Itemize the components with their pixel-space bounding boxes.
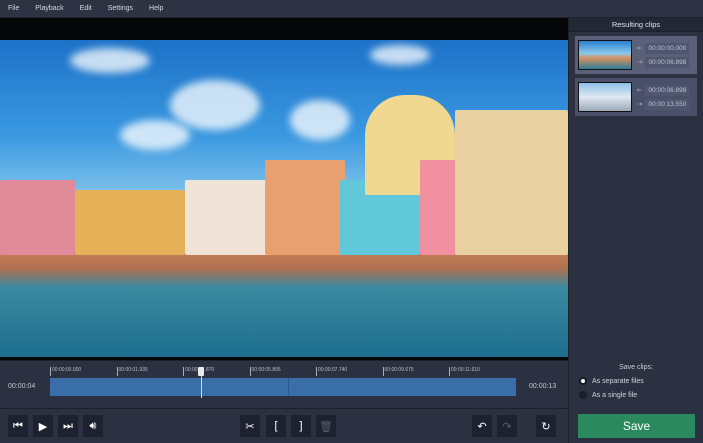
mark-out-button[interactable]: ] xyxy=(291,415,311,437)
ruler-tick-label: 00:00:09.675 xyxy=(382,367,414,376)
skip-back-button[interactable]: ⏮ xyxy=(8,415,28,437)
menu-playback[interactable]: Playback xyxy=(27,5,71,12)
clip-thumbnail xyxy=(578,40,632,70)
ruler-tick-label: 00:00:01.935 xyxy=(116,367,148,376)
redo-icon: ↷ xyxy=(502,420,512,433)
end-icon: ⇥ xyxy=(637,59,643,66)
radio-icon xyxy=(579,377,587,385)
playback-controls: ⏮ ▶ ⏭ 🔊︎ ✂ [ ] 🗑︎ ↶ ↷ ↻ xyxy=(0,408,568,443)
radio-label: As a single file xyxy=(592,391,638,399)
volume-button[interactable]: 🔊︎ xyxy=(83,415,103,437)
ruler-tick-label: 00:00:00.000 xyxy=(50,367,81,376)
scissors-icon: ✂ xyxy=(245,420,255,433)
menu-help[interactable]: Help xyxy=(141,5,171,12)
timeline: 00:00:04 00:00:00.000 00:00:01.935 00:00:0… xyxy=(0,360,568,408)
clip-start: 00:00:06.898 xyxy=(645,84,690,96)
resulting-clips-panel: Resulting clips ⇤ 00:00:00.000 ⇥ 00:00:06.… xyxy=(568,18,703,360)
play-icon: ▶ xyxy=(38,420,48,433)
clip-end: 00:00:06.898 xyxy=(645,56,690,68)
ruler-tick-label: 00:00:07.740 xyxy=(316,367,347,376)
cut-button[interactable]: ✂ xyxy=(240,415,260,437)
resulting-clips-title: Resulting clips xyxy=(569,18,703,32)
video-preview xyxy=(0,18,568,360)
reset-button[interactable]: ↻ xyxy=(536,415,556,437)
menu-settings[interactable]: Settings xyxy=(100,5,141,12)
skip-forward-button[interactable]: ⏭ xyxy=(58,415,78,437)
menu-bar: File Playback Edit Settings Help xyxy=(0,0,703,18)
clip-thumbnail xyxy=(578,82,632,112)
skip-back-icon: ⏮ xyxy=(13,419,23,432)
radio-label: As separate files xyxy=(592,377,644,385)
radio-icon xyxy=(579,391,587,399)
clip-start: 00:00:00.000 xyxy=(645,42,690,54)
reset-icon: ↻ xyxy=(541,420,551,433)
trash-icon: 🗑︎ xyxy=(319,420,333,433)
start-icon: ⇤ xyxy=(637,45,643,52)
play-button[interactable]: ▶ xyxy=(33,415,53,437)
current-time: 00:00:04 xyxy=(8,383,36,390)
save-panel: Save clips: As separate files As a singl… xyxy=(568,360,703,443)
bracket-left-icon: [ xyxy=(274,420,278,432)
clip-end: 00:00:13.550 xyxy=(645,98,690,110)
playhead[interactable] xyxy=(198,367,205,398)
video-frame xyxy=(0,40,568,357)
redo-button[interactable]: ↷ xyxy=(497,415,517,437)
radio-single-file[interactable]: As a single file xyxy=(579,391,703,399)
ruler-tick-label: 00:00:05.805 xyxy=(249,367,281,376)
start-icon: ⇤ xyxy=(637,87,643,94)
clip-item[interactable]: ⇤ 00:00:06.898 ⇥ 00:00:13.550 xyxy=(575,78,697,116)
save-clips-label: Save clips: xyxy=(619,364,653,371)
mark-in-button[interactable]: [ xyxy=(266,415,286,437)
timeline-track[interactable] xyxy=(50,378,516,396)
menu-file[interactable]: File xyxy=(0,5,27,12)
undo-icon: ↶ xyxy=(477,420,487,433)
skip-forward-icon: ⏭ xyxy=(63,419,73,432)
save-button[interactable]: Save xyxy=(578,414,695,438)
total-time: 00:00:13 xyxy=(529,383,557,390)
delete-button[interactable]: 🗑︎ xyxy=(316,415,336,437)
end-icon: ⇥ xyxy=(637,101,643,108)
radio-separate-files[interactable]: As separate files xyxy=(579,377,703,385)
ruler-tick-label: 00:00:11.610 xyxy=(449,367,480,376)
cut-marker xyxy=(288,378,289,396)
undo-button[interactable]: ↶ xyxy=(472,415,492,437)
volume-icon: 🔊︎ xyxy=(89,419,97,432)
time-ruler: 00:00:00.00000:00:01.93500:00:03.87000:0… xyxy=(50,367,516,377)
bracket-right-icon: ] xyxy=(299,420,303,432)
clip-item[interactable]: ⇤ 00:00:00.000 ⇥ 00:00:06.898 xyxy=(575,36,697,74)
menu-edit[interactable]: Edit xyxy=(72,5,100,12)
